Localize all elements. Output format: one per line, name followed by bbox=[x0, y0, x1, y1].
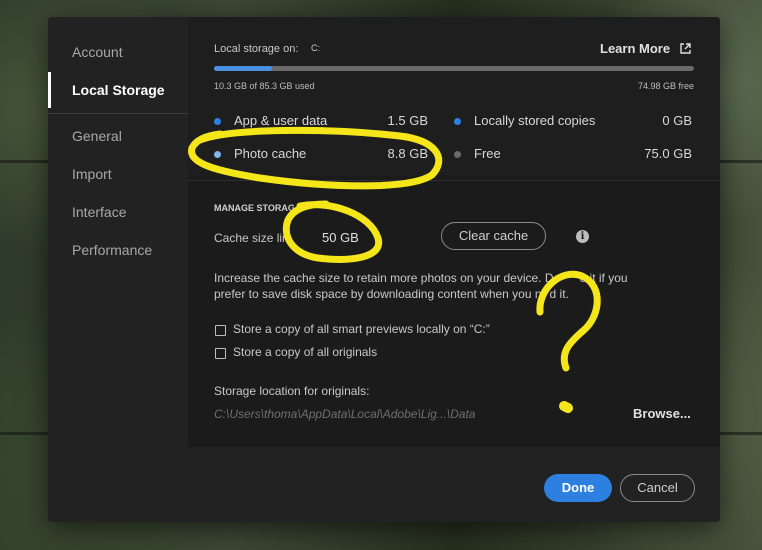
originals-path: C:\Users\thoma\AppData\Local\Adobe\Lig..… bbox=[214, 407, 476, 421]
manage-storage-heading: MANAGE STORAG bbox=[214, 203, 295, 213]
info-icon[interactable]: i bbox=[576, 230, 589, 243]
sidebar-item-interface[interactable]: Interface bbox=[48, 194, 188, 230]
originals-checkbox[interactable] bbox=[215, 348, 226, 359]
legend-value-free: 75.0 GB bbox=[644, 146, 692, 161]
storage-drive: C: bbox=[311, 43, 320, 53]
done-button[interactable]: Done bbox=[544, 474, 612, 502]
external-link-icon bbox=[680, 43, 691, 54]
learn-more-link[interactable]: Learn More bbox=[600, 41, 691, 56]
legend-label-local-copies: Locally stored copies bbox=[474, 113, 596, 128]
sidebar-item-performance[interactable]: Performance bbox=[48, 232, 188, 268]
smart-previews-checkbox[interactable] bbox=[215, 325, 226, 336]
sidebar: Account Local Storage General Import Int… bbox=[48, 17, 188, 522]
clear-cache-button[interactable]: Clear cache bbox=[441, 222, 546, 250]
storage-summary: Local storage on: C: Learn More 10.3 GB … bbox=[188, 17, 720, 175]
sidebar-item-general[interactable]: General bbox=[48, 118, 188, 154]
cache-size-value[interactable]: 50 GB bbox=[322, 230, 359, 245]
preferences-dialog: Account Local Storage General Import Int… bbox=[48, 17, 720, 522]
storage-usage-bar bbox=[214, 66, 694, 71]
cache-help-line-2: prefer to save disk space by downloading… bbox=[214, 287, 569, 301]
legend-value-photo-cache: 8.8 GB bbox=[387, 146, 428, 161]
learn-more-label: Learn More bbox=[600, 41, 671, 56]
legend-label-photo-cache: Photo cache bbox=[234, 146, 307, 161]
sidebar-item-import[interactable]: Import bbox=[48, 156, 188, 192]
originals-location-label: Storage location for originals: bbox=[214, 384, 370, 398]
cache-size-label: Cache size lim bbox=[214, 231, 293, 245]
legend-value-local-copies: 0 GB bbox=[662, 113, 692, 128]
sidebar-separator bbox=[48, 113, 188, 114]
storage-free-text: 74.98 GB free bbox=[637, 81, 694, 91]
legend-label-app-data: App & user data bbox=[234, 113, 328, 128]
smart-previews-label[interactable]: Store a copy of all smart previews local… bbox=[233, 322, 490, 336]
storage-location-label: Local storage on: bbox=[214, 43, 299, 55]
section-divider bbox=[188, 180, 720, 181]
originals-label[interactable]: Store a copy of all originals bbox=[233, 345, 377, 359]
legend-label-free: Free bbox=[474, 146, 501, 161]
storage-usage-fill bbox=[214, 66, 272, 71]
legend-dot-free bbox=[454, 151, 461, 158]
cancel-button[interactable]: Cancel bbox=[620, 474, 695, 502]
sidebar-item-account[interactable]: Account bbox=[48, 34, 188, 70]
legend-dot-photo-cache bbox=[214, 151, 221, 158]
legend-dot-local-copies bbox=[454, 118, 461, 125]
local-storage-panel: Local storage on: C: Learn More 10.3 GB … bbox=[188, 17, 720, 447]
legend-value-app-data: 1.5 GB bbox=[387, 113, 428, 128]
sidebar-item-local-storage[interactable]: Local Storage bbox=[48, 72, 188, 108]
legend-dot-app-data bbox=[214, 118, 221, 125]
browse-button[interactable]: Browse... bbox=[633, 406, 691, 421]
cache-help-line-1: Increase the cache size to retain more p… bbox=[214, 271, 628, 285]
storage-used-text: 10.3 GB of 85.3 GB used bbox=[214, 81, 315, 91]
